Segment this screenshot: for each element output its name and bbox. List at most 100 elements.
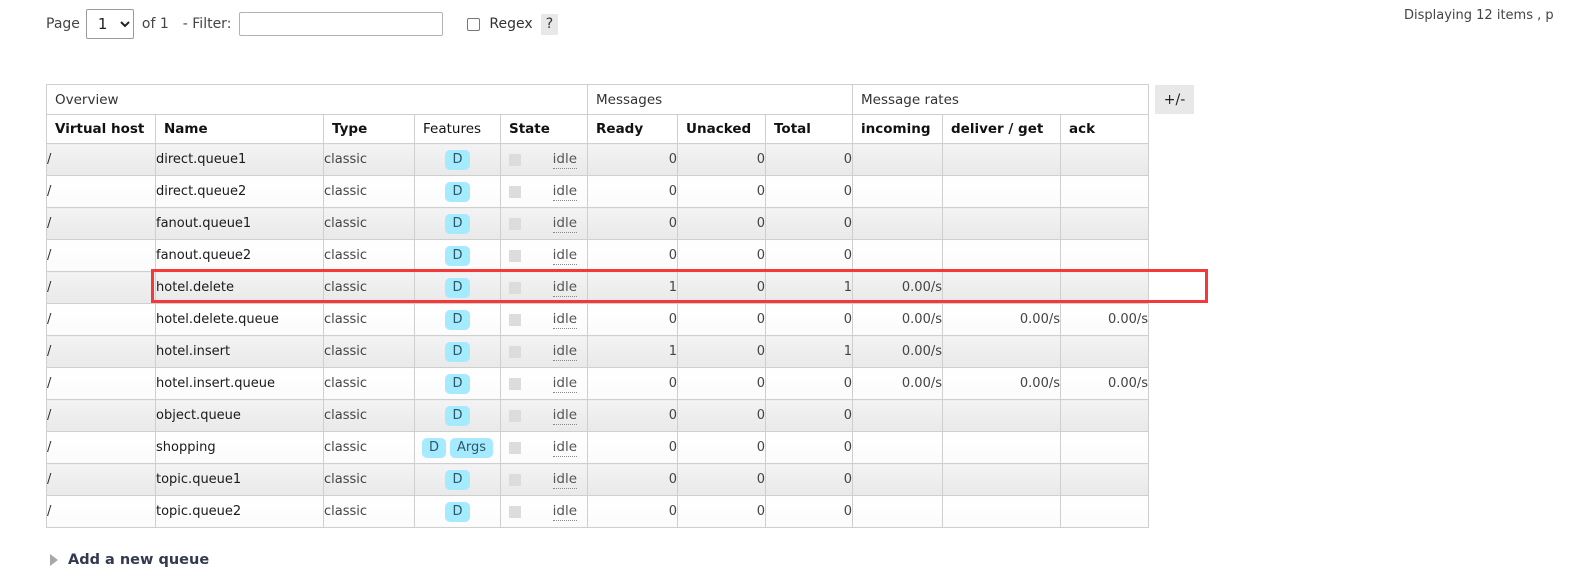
filter-input[interactable] (239, 12, 444, 36)
table-row: / object.queue classic Didle 0 0 0 (46, 399, 1150, 432)
cell-incoming-rate (852, 239, 944, 272)
cell-state: idle (499, 271, 589, 304)
state-label[interactable]: idle (552, 247, 578, 265)
state-indicator-icon (509, 505, 521, 518)
state-wrapper: idle (501, 247, 587, 265)
state-wrapper: idle (501, 375, 587, 393)
cell-ready: 0 (587, 175, 679, 208)
cell-queue-name[interactable]: object.queue (155, 399, 324, 432)
state-label[interactable]: idle (552, 311, 578, 329)
state-label[interactable]: idle (552, 471, 578, 489)
column-header-ready[interactable]: Ready (587, 114, 679, 144)
column-header-ack[interactable]: ack (1060, 114, 1150, 144)
feature-badge-d: D (445, 149, 470, 170)
cell-virtual-host: / (46, 335, 156, 368)
cell-queue-name[interactable]: hotel.delete (155, 271, 324, 304)
column-header-total[interactable]: Total (765, 114, 854, 144)
cell-queue-name[interactable]: fanout.queue2 (155, 239, 324, 272)
cell-queue-name[interactable]: shopping (155, 431, 324, 464)
cell-features: D (414, 463, 501, 496)
cell-unacked: 0 (677, 143, 767, 176)
cell-ack-rate (1060, 239, 1150, 272)
cell-type: classic (323, 463, 415, 496)
cell-deliver-get-rate: 0.00/s (942, 367, 1062, 400)
cell-virtual-host: / (46, 399, 156, 432)
state-label[interactable]: idle (552, 151, 578, 169)
cell-unacked: 0 (677, 367, 767, 400)
state-label[interactable]: idle (552, 375, 578, 393)
state-label[interactable]: idle (552, 279, 578, 297)
state-label[interactable]: idle (552, 439, 578, 457)
cell-queue-name[interactable]: topic.queue2 (155, 495, 324, 528)
cell-total: 0 (765, 239, 854, 272)
queues-table: Overview Messages Message rates Virtual … (45, 84, 1150, 528)
cell-ready: 1 (587, 271, 679, 304)
cell-ack-rate: 0.00/s (1060, 367, 1150, 400)
cell-deliver-get-rate (942, 335, 1062, 368)
filter-label: - Filter: (182, 16, 232, 32)
cell-total: 0 (765, 207, 854, 240)
feature-badge-d: D (445, 501, 470, 522)
state-wrapper: idle (501, 343, 587, 361)
columns-toggle-button[interactable]: +/- (1155, 85, 1194, 114)
cell-state: idle (499, 367, 589, 400)
cell-virtual-host: / (46, 463, 156, 496)
cell-unacked: 0 (677, 463, 767, 496)
cell-state: idle (499, 175, 589, 208)
column-header-features: Features (414, 114, 501, 144)
cell-queue-name[interactable]: hotel.insert (155, 335, 324, 368)
state-indicator-icon (509, 281, 521, 294)
cell-ack-rate (1060, 431, 1150, 464)
regex-label: Regex (489, 16, 533, 32)
column-header-type[interactable]: Type (323, 114, 415, 144)
add-new-queue-expander[interactable]: Add a new queue (50, 552, 209, 568)
column-header-unacked[interactable]: Unacked (677, 114, 767, 144)
cell-incoming-rate (852, 463, 944, 496)
page-select[interactable]: 1 (85, 9, 134, 39)
column-header-virtual-host[interactable]: Virtual host (46, 114, 156, 144)
state-wrapper: idle (501, 183, 587, 201)
cell-deliver-get-rate (942, 431, 1062, 464)
state-indicator-icon (509, 313, 521, 326)
cell-queue-name[interactable]: hotel.insert.queue (155, 367, 324, 400)
cell-queue-name[interactable]: topic.queue1 (155, 463, 324, 496)
help-icon[interactable]: ? (540, 13, 559, 35)
group-header-overview: Overview (45, 84, 589, 115)
cell-unacked: 0 (677, 303, 767, 336)
page-total-label: of 1 (141, 16, 169, 32)
state-label[interactable]: idle (552, 215, 578, 233)
cell-queue-name[interactable]: direct.queue2 (155, 175, 324, 208)
cell-features: D (414, 175, 501, 208)
state-label[interactable]: idle (552, 503, 578, 521)
state-label[interactable]: idle (552, 407, 578, 425)
column-header-state[interactable]: State (499, 114, 589, 144)
column-header-deliver-get[interactable]: deliver / get (942, 114, 1062, 144)
cell-state: idle (499, 335, 589, 368)
regex-checkbox[interactable] (467, 17, 481, 31)
cell-unacked: 0 (677, 271, 767, 304)
cell-ack-rate (1060, 495, 1150, 528)
cell-queue-name[interactable]: direct.queue1 (155, 143, 324, 176)
state-indicator-icon (509, 377, 521, 390)
cell-deliver-get-rate (942, 175, 1062, 208)
cell-queue-name[interactable]: fanout.queue1 (155, 207, 324, 240)
cell-virtual-host: / (46, 495, 156, 528)
feature-badge-args: Args (449, 437, 494, 458)
cell-features: D Args (414, 431, 501, 464)
state-label[interactable]: idle (552, 183, 578, 201)
regex-control[interactable]: Regex ? (467, 13, 559, 35)
cell-deliver-get-rate (942, 143, 1062, 176)
state-indicator-icon (509, 153, 521, 166)
cell-virtual-host: / (46, 239, 156, 272)
page-label: Page (46, 16, 80, 32)
cell-state: idle (499, 431, 589, 464)
feature-badge-d: D (445, 245, 470, 266)
column-header-incoming[interactable]: incoming (852, 114, 944, 144)
column-header-row: Virtual host Name Type Features State Re… (46, 114, 1150, 144)
cell-unacked: 0 (677, 239, 767, 272)
cell-deliver-get-rate (942, 239, 1062, 272)
state-label[interactable]: idle (552, 343, 578, 361)
feature-badge-d: D (445, 469, 470, 490)
column-header-name[interactable]: Name (155, 114, 324, 144)
cell-queue-name[interactable]: hotel.delete.queue (155, 303, 324, 336)
